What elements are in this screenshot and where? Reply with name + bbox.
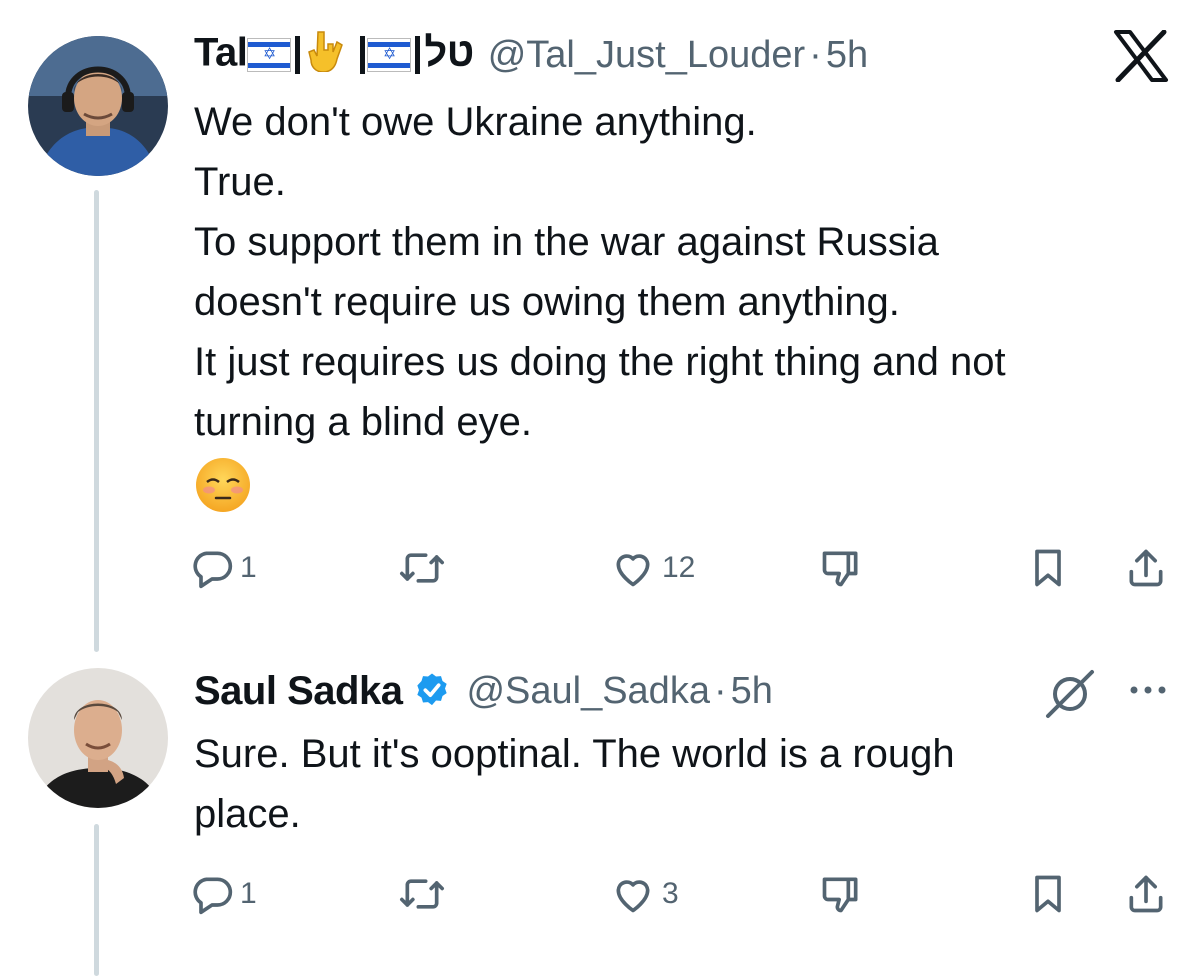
retweet-icon — [400, 553, 444, 583]
heart-icon — [616, 554, 650, 587]
bookmark-icon — [1035, 875, 1061, 913]
separator: · — [809, 33, 822, 76]
share-icon — [1129, 549, 1163, 587]
tweet-line: place. — [194, 792, 301, 836]
retweet-icon — [400, 879, 444, 909]
tweet-line: turning a blind eye. — [194, 400, 533, 444]
tweet-line: To support them in the war against Russi… — [194, 220, 939, 264]
display-name[interactable]: Saul Sadka — [194, 669, 403, 714]
dislike-icon — [822, 551, 858, 587]
handle[interactable]: @Tal_Just_Louder — [488, 34, 805, 77]
verified-badge-icon — [412, 671, 452, 711]
reply-button[interactable]: 1 — [190, 538, 257, 598]
reply-icon — [193, 877, 233, 915]
heart-icon — [616, 880, 650, 913]
x-logo-icon[interactable] — [1112, 29, 1170, 83]
tweet-line: doesn't require us owing them anything. — [194, 280, 900, 324]
timestamp[interactable]: 5h — [731, 670, 773, 713]
tweet-2[interactable]: Saul Sadka @Saul_Sadka · 5h Sure. But it… — [0, 650, 1200, 976]
like-count: 3 — [662, 877, 679, 910]
tweet-line: It just requires us doing the right thin… — [194, 340, 1006, 384]
bookmark-button[interactable] — [1026, 864, 1070, 924]
tweet-actions: 1 12 — [190, 538, 1180, 598]
tweet-header: Saul Sadka @Saul_Sadka · 5h — [194, 666, 773, 716]
bookmark-button[interactable] — [1026, 538, 1070, 598]
handle[interactable]: @Saul_Sadka — [466, 670, 710, 713]
retweet-button[interactable] — [398, 538, 446, 598]
reply-button[interactable]: 1 — [190, 864, 257, 924]
share-button[interactable] — [1124, 538, 1168, 598]
tweet-line: True. — [194, 160, 286, 204]
bookmark-icon — [1035, 549, 1061, 587]
dislike-button[interactable] — [818, 538, 864, 598]
flushed-face-emoji-icon — [194, 452, 1184, 531]
display-name[interactable]: Tal ✡ ✡ טל — [194, 28, 474, 82]
reply-icon — [193, 551, 233, 589]
tweet-line: Sure. But it's ooptinal. The world is a … — [194, 732, 955, 776]
like-button[interactable]: 12 — [610, 538, 695, 598]
israel-flag-icon: ✡ — [367, 38, 412, 72]
thread-line — [94, 824, 99, 976]
tweet-actions: 1 3 — [190, 864, 1180, 924]
tweet-header: Tal ✡ ✡ טל @Tal_Just_Louder · 5h — [194, 30, 868, 80]
thread-line — [94, 190, 99, 652]
like-button[interactable]: 3 — [610, 864, 679, 924]
more-icon[interactable] — [1126, 678, 1170, 702]
avatar[interactable] — [28, 668, 168, 808]
dislike-button[interactable] — [818, 864, 864, 924]
israel-flag-icon: ✡ — [247, 38, 292, 72]
dislike-icon — [822, 877, 858, 913]
love-you-gesture-icon — [308, 28, 352, 82]
share-button[interactable] — [1124, 864, 1168, 924]
tweet-text: We don't owe Ukraine anything. True. To … — [194, 92, 1184, 531]
reply-count: 1 — [240, 877, 257, 910]
reply-count: 1 — [240, 551, 257, 584]
grok-icon[interactable] — [1042, 666, 1098, 722]
tweet-text: Sure. But it's ooptinal. The world is a … — [194, 724, 1184, 844]
timestamp[interactable]: 5h — [826, 34, 868, 77]
avatar[interactable] — [28, 36, 168, 176]
retweet-button[interactable] — [398, 864, 446, 924]
tweet-1[interactable]: Tal ✡ ✡ טל @Tal_Just_Louder · 5h We don't o… — [0, 0, 1200, 652]
separator: · — [713, 669, 727, 712]
tweet-line: We don't owe Ukraine anything. — [194, 100, 757, 144]
like-count: 12 — [662, 551, 696, 584]
share-icon — [1129, 875, 1163, 913]
